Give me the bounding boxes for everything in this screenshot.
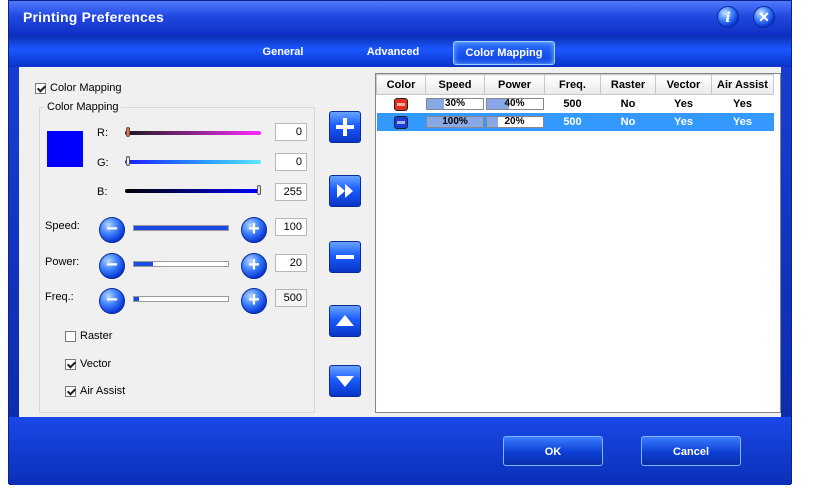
- vector-cell: Yes: [655, 113, 712, 131]
- b-label: B:: [97, 186, 108, 198]
- checkbox-box[interactable]: [65, 385, 76, 397]
- move-down-icon: [336, 376, 354, 387]
- move-down-button[interactable]: [329, 365, 361, 397]
- power-value-field[interactable]: 20: [275, 254, 307, 272]
- speed-bar: 100%: [426, 116, 484, 129]
- col-freq[interactable]: Freq.: [544, 74, 601, 95]
- air-assist-cell: Yes: [733, 98, 752, 110]
- raster-cell: No: [600, 113, 656, 131]
- air-assist-checkbox[interactable]: Air Assist: [65, 385, 125, 397]
- power-slider[interactable]: [133, 261, 229, 267]
- content-area: Color Mapping Color Mapping R: 0 G: 0 B:…: [19, 67, 781, 417]
- power-label: Power:: [45, 256, 80, 268]
- vector-checkbox[interactable]: Vector: [65, 358, 111, 370]
- color-mapping-checkbox[interactable]: Color Mapping: [35, 82, 122, 94]
- freq-label: Freq.:: [45, 291, 74, 303]
- air-assist-label: Air Assist: [80, 385, 126, 397]
- g-label: G:: [97, 157, 109, 169]
- window-title: Printing Preferences: [23, 9, 164, 25]
- col-color[interactable]: Color: [376, 74, 426, 95]
- apply-all-button[interactable]: [329, 175, 361, 207]
- freq-value-field[interactable]: 500: [275, 289, 307, 307]
- raster-checkbox[interactable]: Raster: [65, 330, 112, 342]
- cancel-button[interactable]: Cancel: [641, 436, 741, 466]
- move-up-icon: [336, 315, 354, 326]
- checkbox-label: Color Mapping: [50, 82, 122, 94]
- col-vector[interactable]: Vector: [655, 74, 712, 95]
- printing-preferences-window: Printing Preferences i ✕ General Advance…: [8, 0, 792, 485]
- footer: OK Cancel: [9, 417, 791, 485]
- freq-increase-icon[interactable]: +: [241, 288, 267, 314]
- title-bar: Printing Preferences i ✕: [9, 1, 791, 35]
- add-icon: [336, 118, 354, 136]
- color-swatch-blue: [394, 115, 408, 129]
- tab-bar: General Advanced Color Mapping: [9, 35, 791, 67]
- color-mapping-table[interactable]: Color Speed Power Freq. Raster Vector Ai…: [375, 73, 781, 413]
- power-decrease-icon[interactable]: −: [99, 253, 125, 279]
- speed-bar: 30%: [426, 98, 484, 111]
- b-slider-thumb[interactable]: [257, 185, 261, 195]
- power-increase-icon[interactable]: +: [241, 253, 267, 279]
- ok-button[interactable]: OK: [503, 436, 603, 466]
- freq-cell: 500: [563, 98, 582, 110]
- b-value-field[interactable]: 255: [275, 183, 307, 201]
- close-icon[interactable]: ✕: [753, 6, 775, 28]
- checkbox-box[interactable]: [65, 330, 76, 342]
- move-up-button[interactable]: [329, 305, 361, 337]
- remove-button[interactable]: [329, 241, 361, 273]
- table-header: Color Speed Power Freq. Raster Vector Ai…: [376, 74, 774, 95]
- table-row[interactable]: 30% 40% 500 No Yes Yes: [377, 95, 774, 114]
- r-slider-track[interactable]: [125, 131, 261, 135]
- add-button[interactable]: [329, 111, 361, 143]
- b-slider-track[interactable]: [125, 189, 261, 193]
- power-bar: 40%: [485, 98, 544, 111]
- vector-cell: Yes: [674, 98, 693, 110]
- remove-icon: [336, 255, 354, 259]
- col-air-assist[interactable]: Air Assist: [711, 74, 774, 95]
- freq-slider[interactable]: [133, 296, 229, 302]
- speed-decrease-icon[interactable]: −: [99, 217, 125, 243]
- group-title: Color Mapping: [45, 101, 121, 113]
- speed-value-field[interactable]: 100: [275, 218, 307, 236]
- color-swatch: [47, 131, 83, 167]
- col-raster[interactable]: Raster: [600, 74, 656, 95]
- col-speed[interactable]: Speed: [425, 74, 485, 95]
- power-bar: 20%: [485, 116, 544, 129]
- g-slider-track[interactable]: [125, 160, 261, 164]
- vector-label: Vector: [80, 358, 112, 370]
- r-value-field[interactable]: 0: [275, 123, 307, 141]
- speed-increase-icon[interactable]: +: [241, 217, 267, 243]
- speed-slider[interactable]: [133, 225, 229, 231]
- raster-cell: No: [620, 98, 636, 110]
- table-row[interactable]: 100% 20% 500 No Yes Yes: [376, 113, 774, 131]
- checkbox-box[interactable]: [35, 82, 46, 94]
- speed-label: Speed:: [45, 220, 80, 232]
- freq-cell: 500: [544, 113, 601, 131]
- raster-label: Raster: [80, 330, 113, 342]
- tab-advanced[interactable]: Advanced: [355, 41, 431, 63]
- freq-decrease-icon[interactable]: −: [99, 288, 125, 314]
- g-value-field[interactable]: 0: [275, 153, 307, 171]
- fast-forward-icon: [337, 184, 353, 198]
- color-swatch-red: [394, 97, 408, 111]
- info-icon[interactable]: i: [717, 6, 739, 28]
- checkbox-box[interactable]: [65, 358, 76, 370]
- col-power[interactable]: Power: [484, 74, 545, 95]
- g-slider-thumb[interactable]: [126, 156, 130, 166]
- tab-color-mapping[interactable]: Color Mapping: [453, 41, 555, 65]
- r-label: R:: [97, 127, 108, 139]
- air-assist-cell: Yes: [711, 113, 774, 131]
- r-slider-thumb[interactable]: [126, 127, 130, 137]
- tab-general[interactable]: General: [253, 41, 313, 63]
